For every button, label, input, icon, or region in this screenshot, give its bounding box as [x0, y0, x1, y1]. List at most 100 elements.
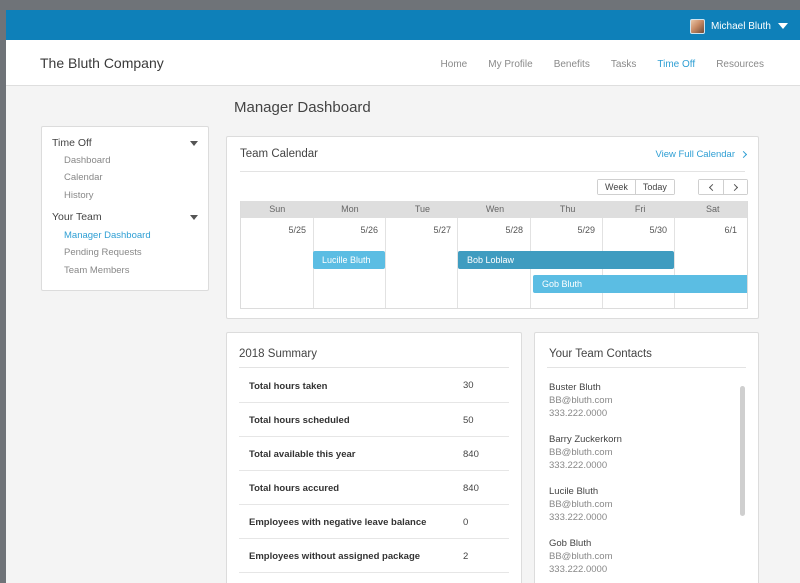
summary-row: Total hours taken 30 — [239, 369, 509, 403]
calendar-date[interactable]: 5/28 — [457, 225, 523, 235]
contact-phone: 333.222.0000 — [549, 564, 608, 575]
summary-value: 30 — [463, 380, 474, 391]
contact-email[interactable]: BB@bluth.com — [549, 446, 622, 459]
summary-label: Total hours scheduled — [249, 415, 350, 426]
view-full-calendar-link[interactable]: View Full Calendar — [655, 149, 748, 160]
summary-row: Total hours scheduled 50 — [239, 403, 509, 437]
summary-row: Total hours accured 840 — [239, 471, 509, 505]
contact-item: Barry Zuckerkorn BB@bluth.com 333.222.00… — [549, 433, 622, 472]
nav-benefits[interactable]: Benefits — [554, 59, 590, 70]
day-header: Wen — [485, 204, 505, 214]
contacts-scrollbar[interactable] — [740, 386, 745, 516]
contact-phone: 333.222.0000 — [549, 460, 608, 471]
chevron-down-icon[interactable] — [190, 141, 198, 146]
summary-label: Total available this year — [249, 449, 356, 460]
sidebar-section-your-team[interactable]: Your Team — [52, 211, 102, 223]
day-header: Thu — [559, 204, 576, 214]
day-header: Sun — [269, 204, 286, 214]
team-contacts-title: Your Team Contacts — [549, 348, 652, 360]
team-contacts-card: Your Team Contacts Buster Bluth BB@bluth… — [534, 332, 759, 583]
contact-name: Gob Bluth — [549, 538, 592, 549]
previous-week-button[interactable] — [699, 180, 723, 194]
contact-name: Lucile Bluth — [549, 486, 599, 497]
nav-time-off[interactable]: Time Off — [657, 59, 695, 70]
top-user-bar: Michael Bluth — [6, 10, 800, 40]
brand-title: The Bluth Company — [40, 55, 164, 71]
calendar-date[interactable]: 6/1 — [674, 225, 737, 235]
contact-item: Lucile Bluth BB@bluth.com 333.222.0000 — [549, 485, 613, 524]
week-button[interactable]: Week — [598, 180, 635, 194]
avatar — [689, 18, 705, 34]
day-header: Tue — [414, 204, 431, 214]
summary-row: Total available this year 840 — [239, 437, 509, 471]
next-week-button[interactable] — [723, 180, 747, 194]
nav-my-profile[interactable]: My Profile — [488, 59, 532, 70]
user-menu[interactable]: Michael Bluth — [689, 17, 788, 35]
sidebar-item-pending-requests[interactable]: Pending Requests — [64, 247, 142, 258]
summary-value: 0 — [463, 517, 469, 528]
page-title: Manager Dashboard — [234, 99, 371, 116]
chevron-right-icon — [739, 150, 748, 159]
sidebar-item-dashboard[interactable]: Dashboard — [64, 155, 110, 166]
event-gob-bluth[interactable]: Gob Bluth — [533, 275, 747, 293]
contact-name: Barry Zuckerkorn — [549, 434, 622, 445]
calendar-grid: Sun Mon Tue Wen Thu Fri Sat 5/25 5/26 5/… — [240, 201, 748, 309]
calendar-header-row: Sun Mon Tue Wen Thu Fri Sat — [241, 201, 747, 218]
summary-value: 2 — [463, 551, 469, 562]
event-lucille-bluth[interactable]: Lucille Bluth — [313, 251, 385, 269]
sidebar-item-manager-dashboard[interactable]: Manager Dashboard — [64, 230, 151, 241]
team-calendar-card: Team Calendar View Full Calendar Week To… — [226, 136, 759, 319]
summary-row: Employees without assigned package 2 — [239, 539, 509, 573]
contact-phone: 333.222.0000 — [549, 512, 608, 523]
chevron-down-icon[interactable] — [190, 215, 198, 220]
nav-resources[interactable]: Resources — [716, 59, 764, 70]
app-window: Michael Bluth The Bluth Company Home My … — [6, 10, 800, 583]
nav-home[interactable]: Home — [441, 59, 468, 70]
day-header: Mon — [341, 204, 359, 214]
summary-value: 50 — [463, 415, 474, 426]
calendar-date[interactable]: 5/30 — [602, 225, 667, 235]
contact-email[interactable]: BB@bluth.com — [549, 498, 613, 511]
view-full-calendar-label: View Full Calendar — [655, 149, 735, 160]
contact-email[interactable]: BB@bluth.com — [549, 394, 613, 407]
user-name: Michael Bluth — [710, 20, 771, 32]
summary-label: Employees without assigned package — [249, 551, 421, 562]
today-button[interactable]: Today — [634, 180, 674, 194]
summary-value: 840 — [463, 449, 479, 460]
divider — [547, 367, 746, 368]
summary-label: Employees with negative leave balance — [249, 517, 427, 528]
nav-tasks[interactable]: Tasks — [611, 59, 637, 70]
summary-title: 2018 Summary — [239, 348, 317, 360]
pager-button-group — [698, 179, 748, 195]
summary-row: Employees with negative leave balance 0 — [239, 505, 509, 539]
contact-email[interactable]: BB@bluth.com — [549, 550, 613, 563]
calendar-date[interactable]: 5/27 — [385, 225, 451, 235]
summary-label: Total hours taken — [249, 381, 328, 392]
view-button-group: Week Today — [597, 179, 675, 195]
sidebar-item-history[interactable]: History — [64, 190, 94, 201]
sidebar: Time Off Dashboard Calendar History Your… — [41, 126, 209, 291]
chevron-down-icon — [778, 23, 788, 29]
contact-item: Gob Bluth BB@bluth.com 333.222.0000 — [549, 537, 613, 576]
chevron-right-icon — [730, 183, 739, 191]
day-header: Sat — [706, 204, 720, 214]
contact-name: Buster Bluth — [549, 382, 601, 393]
main-nav: Home My Profile Benefits Tasks Time Off … — [420, 59, 764, 70]
event-bob-loblaw[interactable]: Bob Loblaw — [458, 251, 674, 269]
calendar-date[interactable]: 5/26 — [313, 225, 378, 235]
divider — [240, 171, 745, 172]
header: The Bluth Company Home My Profile Benefi… — [6, 40, 800, 86]
contact-phone: 333.222.0000 — [549, 408, 608, 419]
contact-item: Buster Bluth BB@bluth.com 333.222.0000 — [549, 381, 613, 420]
calendar-date[interactable]: 5/25 — [241, 225, 306, 235]
sidebar-item-team-members[interactable]: Team Members — [64, 265, 129, 276]
divider — [239, 367, 509, 368]
chevron-left-icon — [708, 183, 716, 191]
sidebar-item-calendar[interactable]: Calendar — [64, 172, 103, 183]
day-header: Fri — [634, 204, 646, 214]
team-calendar-title: Team Calendar — [240, 148, 318, 160]
summary-label: Total hours accured — [249, 483, 340, 494]
sidebar-section-time-off[interactable]: Time Off — [52, 137, 92, 149]
summary-card: 2018 Summary Total hours taken 30 Total … — [226, 332, 522, 583]
calendar-date[interactable]: 5/29 — [530, 225, 595, 235]
